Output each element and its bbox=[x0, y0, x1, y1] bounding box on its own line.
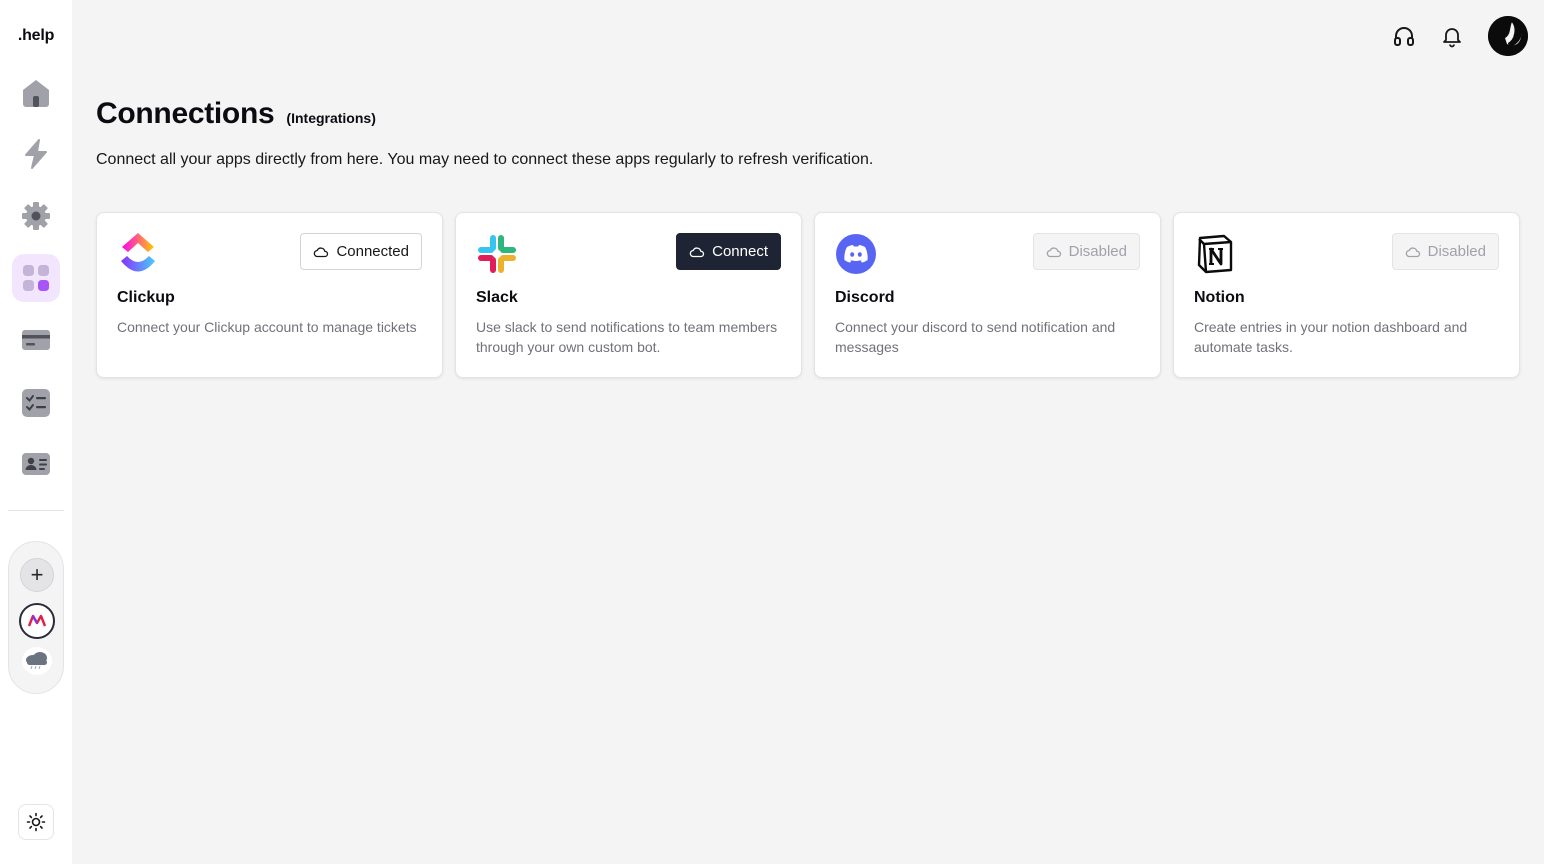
home-icon bbox=[23, 80, 49, 107]
sun-icon bbox=[26, 812, 46, 832]
theme-toggle-button[interactable] bbox=[18, 804, 54, 840]
workspace-cloud[interactable] bbox=[22, 647, 52, 675]
user-avatar[interactable] bbox=[1488, 16, 1528, 56]
cloud-icon bbox=[1405, 246, 1420, 257]
notion-logo bbox=[1194, 233, 1236, 275]
slack-logo-icon bbox=[478, 235, 516, 273]
m-logo-icon bbox=[27, 614, 47, 627]
nav-contacts[interactable] bbox=[12, 440, 60, 488]
page-subtitle: (Integrations) bbox=[286, 110, 376, 126]
slack-connect-button[interactable]: Connect bbox=[676, 233, 781, 270]
cloud-icon bbox=[689, 246, 705, 257]
nav-tasks[interactable] bbox=[12, 379, 60, 427]
page-description: Connect all your apps directly from here… bbox=[96, 151, 874, 168]
page-title-text: Connections bbox=[96, 97, 275, 130]
slack-logo bbox=[476, 233, 518, 275]
discord-name: Discord bbox=[835, 289, 895, 306]
discord-logo bbox=[835, 233, 877, 275]
contact-card-icon bbox=[22, 453, 50, 475]
nav-automations[interactable] bbox=[12, 130, 60, 178]
clickup-logo-icon bbox=[121, 233, 155, 272]
sidebar: .help + bbox=[0, 0, 72, 864]
cloud-icon bbox=[1046, 246, 1061, 257]
app-logo[interactable]: .help bbox=[0, 27, 72, 45]
headphones-icon bbox=[1394, 27, 1414, 46]
discord-disabled-button[interactable]: Disabled bbox=[1032, 233, 1140, 270]
notion-name: Notion bbox=[1194, 289, 1245, 306]
notion-logo-icon bbox=[1197, 234, 1233, 274]
discord-description: Connect your discord to send notificatio… bbox=[835, 319, 1116, 355]
checklist-icon bbox=[22, 389, 50, 417]
notion-button-label: Disabled bbox=[1427, 243, 1486, 260]
nav-billing[interactable] bbox=[12, 316, 60, 364]
clickup-name: Clickup bbox=[117, 289, 175, 306]
page-title: Connections (Integrations) bbox=[96, 97, 376, 131]
slack-name: Slack bbox=[476, 289, 518, 306]
gear-icon bbox=[22, 202, 50, 230]
notifications-button[interactable] bbox=[1438, 22, 1466, 50]
credit-card-icon bbox=[22, 330, 50, 350]
cloud-logo-icon bbox=[26, 652, 47, 670]
clickup-connected-button[interactable]: Connected bbox=[300, 233, 422, 270]
notion-description: Create entries in your notion dashboard … bbox=[1194, 319, 1468, 355]
nav-settings[interactable] bbox=[12, 192, 60, 240]
grid-icon bbox=[23, 265, 49, 291]
bell-icon bbox=[1443, 28, 1461, 48]
connection-card-discord: Disabled Discord Connect your discord to… bbox=[814, 212, 1161, 378]
workspace-switcher: + bbox=[8, 541, 64, 694]
support-button[interactable] bbox=[1390, 22, 1418, 50]
slack-description: Use slack to send notifications to team … bbox=[476, 319, 778, 355]
lightning-icon bbox=[25, 139, 47, 169]
workspace-m[interactable] bbox=[19, 603, 55, 639]
cloud-icon bbox=[314, 246, 329, 257]
discord-logo-icon bbox=[836, 234, 876, 274]
slack-button-label: Connect bbox=[712, 243, 768, 260]
discord-button-label: Disabled bbox=[1068, 243, 1127, 260]
notion-disabled-button[interactable]: Disabled bbox=[1391, 233, 1499, 270]
nav-home[interactable] bbox=[12, 69, 60, 117]
connection-card-slack: Connect Slack Use slack to send notifica… bbox=[455, 212, 802, 378]
avatar-image bbox=[1488, 16, 1528, 56]
add-workspace-button[interactable]: + bbox=[20, 558, 54, 592]
connection-card-notion: Disabled Notion Create entries in your n… bbox=[1173, 212, 1520, 378]
clickup-description: Connect your Clickup account to manage t… bbox=[117, 319, 417, 335]
sidebar-divider bbox=[8, 510, 64, 511]
clickup-logo bbox=[117, 233, 159, 275]
nav-integrations[interactable] bbox=[12, 254, 60, 302]
clickup-button-label: Connected bbox=[336, 243, 409, 260]
connection-card-clickup: Connected Clickup Connect your Clickup a… bbox=[96, 212, 443, 378]
